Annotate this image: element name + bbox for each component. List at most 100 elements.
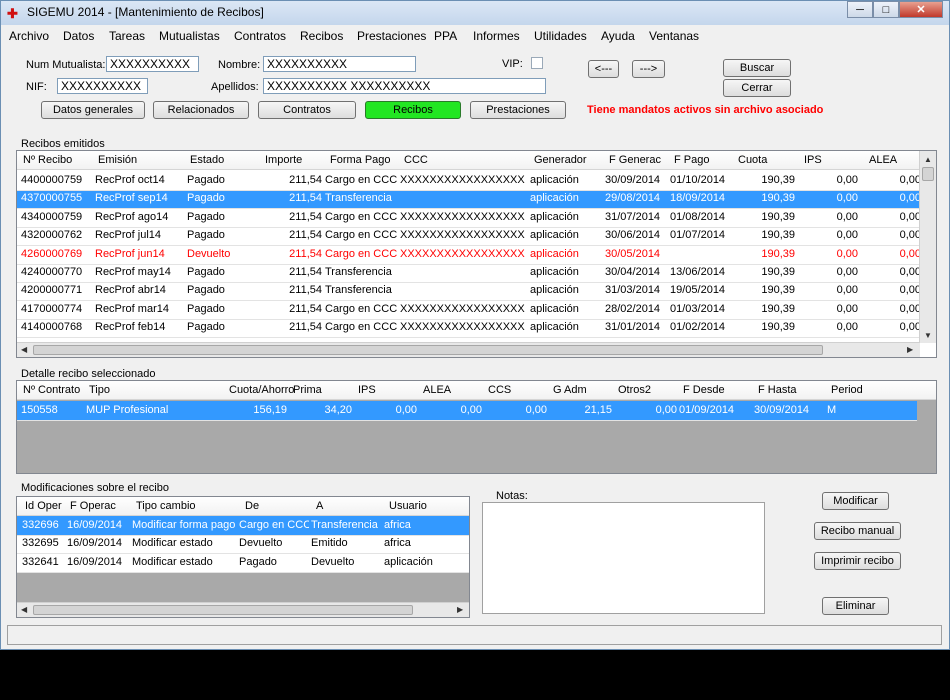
col-header[interactable]: Tipo [89, 384, 110, 396]
table-row[interactable]: 4320000762 RecProf jul14 Pagado 211,54 Cargo… [17, 226, 921, 247]
table-cell: 4370000755 [21, 192, 83, 205]
table-row[interactable]: 150558 MUP Profesional 156,19 34,20 0,00 0,00… [17, 401, 917, 421]
table-row[interactable]: 4340000759 RecProf ago14 Pagado 211,54 Cargo… [17, 207, 921, 228]
col-header[interactable]: De [245, 500, 259, 512]
table-cell: 30/05/2014 [605, 247, 661, 260]
scroll-thumb[interactable] [33, 345, 823, 355]
col-header[interactable]: Tipo cambio [136, 500, 196, 512]
menu-contratos[interactable]: Contratos [234, 29, 286, 43]
table-row[interactable]: 332696 16/09/2014 Modificar forma pago Carg… [17, 516, 469, 536]
table-row[interactable]: 4200000771 RecProf abr14 Pagado 211,54 Trans… [17, 281, 921, 302]
next-button[interactable]: ---> [632, 60, 665, 78]
col-header[interactable]: F Hasta [758, 384, 797, 396]
col-header[interactable]: Prima [293, 384, 322, 396]
col-header[interactable]: F Pago [674, 154, 709, 166]
scroll-left-icon[interactable]: ◀ [21, 605, 27, 614]
menu-ventanas[interactable]: Ventanas [649, 29, 699, 43]
menu-archivo[interactable]: Archivo [9, 29, 49, 43]
table-row[interactable]: 332695 16/09/2014 Modificar estado Devuelto… [17, 534, 469, 555]
table-cell: Pagado [187, 321, 225, 334]
menu-ayuda[interactable]: Ayuda [601, 29, 635, 43]
menu-datos[interactable]: Datos [63, 29, 94, 43]
table-cell: 0,00 [899, 174, 921, 186]
minimize-button[interactable]: ─ [847, 1, 873, 18]
menu-ppa[interactable]: PPA [434, 29, 457, 43]
menu-informes[interactable]: Informes [473, 29, 520, 43]
imprimir-recibo-button[interactable]: Imprimir recibo [814, 552, 901, 570]
recibos-horizontal-scrollbar[interactable]: ◀ ▶ [17, 342, 920, 357]
col-header[interactable]: CCS [488, 384, 511, 396]
col-header[interactable]: Usuario [389, 500, 427, 512]
col-header[interactable]: Nº Recibo [23, 154, 72, 166]
vip-checkbox[interactable] [531, 57, 543, 69]
table-row[interactable]: 4370000755 RecProf sep14 Pagado 211,54 Trans… [17, 189, 921, 210]
col-header[interactable]: Otros2 [618, 384, 651, 396]
col-header[interactable]: CCC [404, 154, 428, 166]
table-cell: 211,54 [289, 192, 322, 205]
eliminar-button[interactable]: Eliminar [822, 597, 889, 615]
scroll-right-icon[interactable]: ▶ [457, 605, 463, 614]
scroll-thumb[interactable] [33, 605, 413, 615]
col-header[interactable]: IPS [358, 384, 376, 396]
col-header[interactable]: Cuota/Ahorro [229, 384, 294, 396]
menu-utilidades[interactable]: Utilidades [534, 29, 587, 43]
col-header[interactable]: Importe [265, 154, 302, 166]
col-header[interactable]: Cuota [738, 154, 767, 166]
col-header[interactable]: IPS [804, 154, 822, 166]
table-cell: 332641 [22, 555, 59, 568]
col-header[interactable]: Period [831, 384, 863, 396]
col-header[interactable]: F Operac [70, 500, 116, 512]
table-cell: Pagado [187, 266, 225, 278]
scroll-up-icon[interactable]: ▲ [924, 155, 932, 164]
menu-tareas[interactable]: Tareas [109, 29, 145, 43]
scroll-down-icon[interactable]: ▼ [924, 331, 932, 340]
col-header[interactable]: Id Oper [25, 500, 62, 512]
table-row[interactable]: 332641 16/09/2014 Modificar estado Pagado De… [17, 552, 469, 573]
col-header[interactable]: Nº Contrato [23, 384, 80, 396]
apellidos-field[interactable]: XXXXXXXXXX XXXXXXXXXX [263, 78, 546, 94]
previous-button[interactable]: <--- [588, 60, 619, 78]
table-cell: africa [384, 519, 411, 531]
menu-recibos[interactable]: Recibos [300, 29, 343, 43]
nombre-field[interactable]: XXXXXXXXXX [263, 56, 416, 72]
nif-field[interactable]: XXXXXXXXXX [57, 78, 148, 94]
buscar-button[interactable]: Buscar [723, 59, 791, 77]
tab-recibos[interactable]: Recibos [365, 101, 461, 119]
table-row[interactable]: 4240000770 RecProf may14 Pagado 211,54 Trans… [17, 263, 921, 283]
modificaciones-horizontal-scrollbar[interactable]: ◀ ▶ [17, 602, 469, 617]
col-header[interactable]: Estado [190, 154, 224, 166]
table-cell: XXXXXXXXXXXXXXXXX [400, 210, 525, 223]
tab-datos-generales[interactable]: Datos generales [41, 101, 145, 119]
tab-contratos[interactable]: Contratos [258, 101, 356, 119]
recibo-manual-button[interactable]: Recibo manual [814, 522, 901, 540]
table-cell: Pagado [187, 192, 225, 205]
tab-relacionados[interactable]: Relacionados [153, 101, 249, 119]
col-header[interactable]: ALEA [869, 154, 897, 166]
cerrar-button[interactable]: Cerrar [723, 79, 791, 97]
col-header[interactable]: F Generac [609, 154, 661, 166]
col-header[interactable]: Forma Pago [330, 154, 391, 166]
close-button[interactable]: ✕ [899, 1, 943, 18]
col-header[interactable]: G Adm [553, 384, 587, 396]
col-header[interactable]: F Desde [683, 384, 725, 396]
menu-mutualistas[interactable]: Mutualistas [159, 29, 220, 43]
table-cell: 190,39 [761, 266, 795, 278]
table-row[interactable]: 4170000774 RecProf mar14 Pagado 211,54 Cargo… [17, 299, 921, 320]
maximize-button[interactable]: □ [873, 1, 899, 18]
table-row[interactable]: 4260000769 RecProf jun14 Devuelto 211,54 Car… [17, 244, 921, 265]
modificar-button[interactable]: Modificar [822, 492, 889, 510]
col-header[interactable]: ALEA [423, 384, 451, 396]
table-row[interactable]: 4140000768 RecProf feb14 Pagado 211,54 Cargo… [17, 318, 921, 339]
col-header[interactable]: Generador [534, 154, 587, 166]
col-header[interactable]: Emisión [98, 154, 137, 166]
table-row[interactable]: 4400000759 RecProf oct14 Pagado 211,54 Cargo… [17, 171, 921, 191]
scroll-thumb[interactable] [922, 167, 934, 181]
menu-prestaciones[interactable]: Prestaciones [357, 29, 426, 43]
num-mutualista-field[interactable]: XXXXXXXXXX [106, 56, 199, 72]
scroll-left-icon[interactable]: ◀ [21, 345, 27, 354]
notas-textarea[interactable] [482, 502, 765, 614]
scroll-right-icon[interactable]: ▶ [907, 345, 913, 354]
col-header[interactable]: A [316, 500, 323, 512]
tab-prestaciones[interactable]: Prestaciones [470, 101, 566, 119]
recibos-vertical-scrollbar[interactable]: ▲ ▼ [919, 151, 936, 343]
